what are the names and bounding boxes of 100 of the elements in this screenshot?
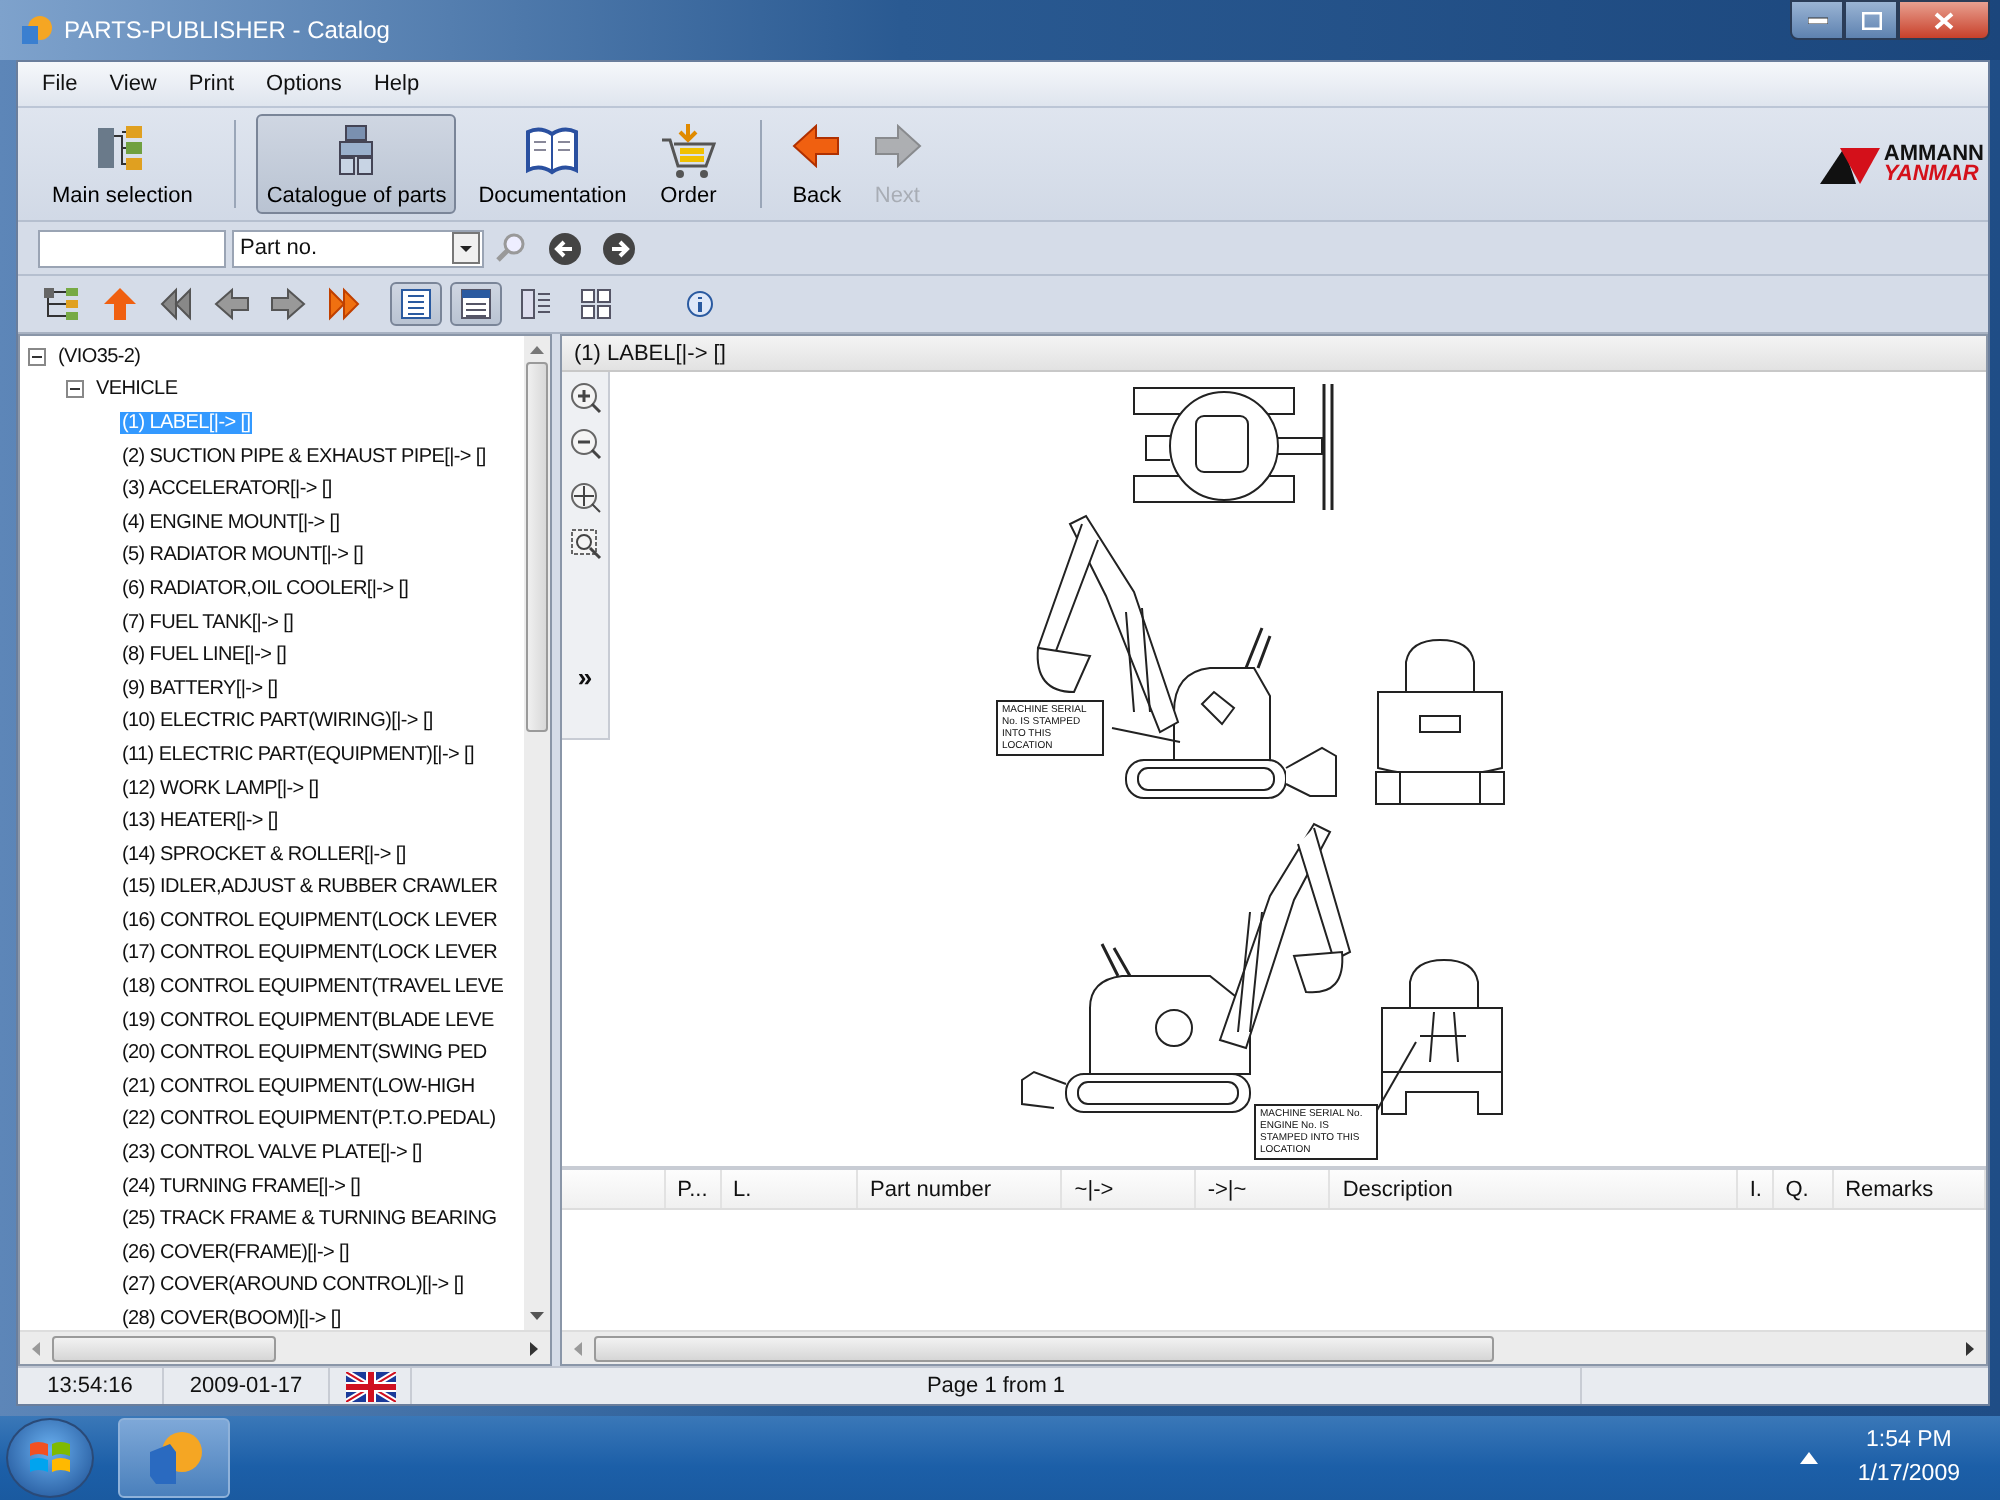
zoom-out-icon[interactable] [569,428,601,460]
scroll-left-icon [32,1341,40,1355]
column-header[interactable]: Q. [1773,1170,1834,1208]
app-icon [144,1428,204,1488]
tree-item[interactable]: (26) COVER(FRAME)[|-> [] [120,1241,351,1264]
search-field[interactable] [38,229,226,267]
logo: AMMANN YANMAR [1819,144,1988,184]
tree-item[interactable]: (12) WORK LAMP[|-> [] [120,777,321,800]
horizontal-scrollbar[interactable] [562,1330,1986,1364]
tree-item[interactable]: (19) CONTROL EQUIPMENT(BLADE LEVE [120,1009,496,1032]
app-icon [20,14,52,46]
previous-icon[interactable] [214,286,250,322]
collapse-icon[interactable] [28,347,46,366]
column-header[interactable]: L. [721,1170,859,1208]
tree-item[interactable]: (10) ELECTRIC PART(WIRING)[|-> [] [120,710,435,733]
tree-icon[interactable] [42,286,82,322]
show-hidden-icons-icon[interactable] [1799,1452,1818,1464]
last-icon[interactable] [326,286,362,322]
tree-item[interactable]: (28) COVER(BOOM)[|-> [] [120,1308,343,1330]
clock-date: 1/17/2009 [1857,1460,1960,1490]
scroll-thumb[interactable] [526,362,548,732]
tree-item[interactable]: (23) CONTROL VALVE PLATE[|-> [] [120,1142,424,1165]
zoom-window-icon[interactable] [569,528,601,560]
toolbar-button[interactable]: Main selection [42,114,203,214]
status-time: 13:54:16 [18,1368,164,1404]
scroll-up-icon [530,346,544,354]
first-icon[interactable] [158,286,194,322]
split-view-icon [520,288,552,320]
toolbar-button[interactable]: Back [782,114,852,214]
search-type-dropdown[interactable]: Part no. [232,229,484,267]
tree-item[interactable]: (13) HEATER[|-> [] [120,810,280,833]
back-circle-icon[interactable] [548,231,582,265]
scroll-thumb[interactable] [52,1335,276,1361]
toolbar-button[interactable]: Catalogue of parts [256,114,457,214]
tree-item[interactable]: (VIO35-2) [56,345,143,368]
next-icon[interactable] [270,286,306,322]
status-page: Page 1 from 1 [412,1368,1582,1404]
column-header[interactable]: ~|-> [1062,1170,1196,1208]
menu-item[interactable]: Print [172,68,251,100]
column-header[interactable]: Remarks [1833,1170,1987,1208]
start-button[interactable] [6,1418,94,1498]
parts-stack-icon [334,124,379,176]
zoom-fit-icon[interactable] [569,482,601,514]
tree-item[interactable]: (7) FUEL TANK[|-> [] [120,611,296,634]
menu-item[interactable]: Options [250,68,358,100]
column-header[interactable]: Description [1330,1170,1738,1208]
toolbar-button[interactable]: Documentation [468,114,637,214]
tree-item[interactable]: (14) SPROCKET & ROLLER[|-> [] [120,843,408,866]
forward-circle-icon[interactable] [602,231,636,265]
scroll-down-icon [530,1312,544,1320]
menu-item[interactable]: View [93,68,173,100]
status-date: 2009-01-17 [164,1368,330,1404]
column-header[interactable]: I. [1737,1170,1774,1208]
tree-item[interactable]: (4) ENGINE MOUNT[|-> [] [120,511,342,534]
close-button[interactable] [1898,0,1990,40]
column-header[interactable]: P... [665,1170,721,1208]
menu-item[interactable]: Help [357,68,436,100]
tree-item[interactable]: (9) BATTERY[|-> [] [120,677,280,700]
column-header[interactable]: Part number [858,1170,1063,1208]
tree-item[interactable]: (21) CONTROL EQUIPMENT(LOW-HIGH [120,1075,477,1098]
tree-item[interactable]: (6) RADIATOR,OIL COOLER[|-> [] [120,577,411,600]
view-toggle-button[interactable] [450,282,502,326]
scroll-left-icon [574,1341,582,1355]
minimize-icon [1807,16,1827,24]
tree-item[interactable]: (22) CONTROL EQUIPMENT(P.T.O.PEDAL) [120,1108,498,1131]
tree-item[interactable]: (5) RADIATOR MOUNT[|-> [] [120,544,366,567]
tree-item[interactable]: (18) CONTROL EQUIPMENT(TRAVEL LEVE [120,976,506,999]
tree-item[interactable]: (17) CONTROL EQUIPMENT(LOCK LEVER [120,942,500,965]
tree-item[interactable]: (2) SUCTION PIPE & EXHAUST PIPE[|-> [] [120,445,488,468]
flag-icon [345,1371,395,1401]
tree-item[interactable]: (11) ELECTRIC PART(EQUIPMENT)[|-> [] [120,743,476,766]
list-view-icon [400,288,432,320]
tree-item[interactable]: (3) ACCELERATOR[|-> [] [120,478,334,501]
collapse-icon[interactable] [66,380,84,399]
toolbar-button[interactable]: Order [648,114,729,214]
maximize-icon [1861,11,1881,29]
scroll-thumb[interactable] [594,1335,1494,1361]
info-icon[interactable] [686,290,714,318]
menu-item[interactable]: File [26,68,94,100]
maximize-button[interactable] [1844,0,1898,40]
vertical-scrollbar[interactable] [524,336,550,1330]
horizontal-scrollbar[interactable] [20,1330,550,1364]
view-toggle-button[interactable] [390,282,442,326]
leader-line [1111,727,1181,743]
zoom-in-icon[interactable] [569,382,601,414]
book-icon [524,124,581,176]
tree-item[interactable]: (20) CONTROL EQUIPMENT(SWING PED [120,1042,489,1065]
tree-item[interactable]: (16) CONTROL EQUIPMENT(LOCK LEVER [120,909,500,932]
tree-item[interactable]: VEHICLE [94,378,180,401]
tree-item[interactable]: (8) FUEL LINE[|-> [] [120,644,289,667]
tree-item[interactable]: (15) IDLER,ADJUST & RUBBER CRAWLER [120,876,500,899]
tree-item[interactable]: (24) TURNING FRAME[|-> [] [120,1175,363,1198]
expand-toggle[interactable]: » [577,662,593,692]
taskbar-app-button[interactable] [118,1418,230,1498]
column-header[interactable]: ->|~ [1195,1170,1331,1208]
minimize-button[interactable] [1790,0,1844,40]
detail-view-icon [460,288,492,320]
tree-item[interactable]: (25) TRACK FRAME & TURNING BEARING [120,1208,499,1231]
tree-item[interactable]: (27) COVER(AROUND CONTROL)[|-> [] [120,1274,466,1297]
leader-line [1375,1041,1417,1113]
